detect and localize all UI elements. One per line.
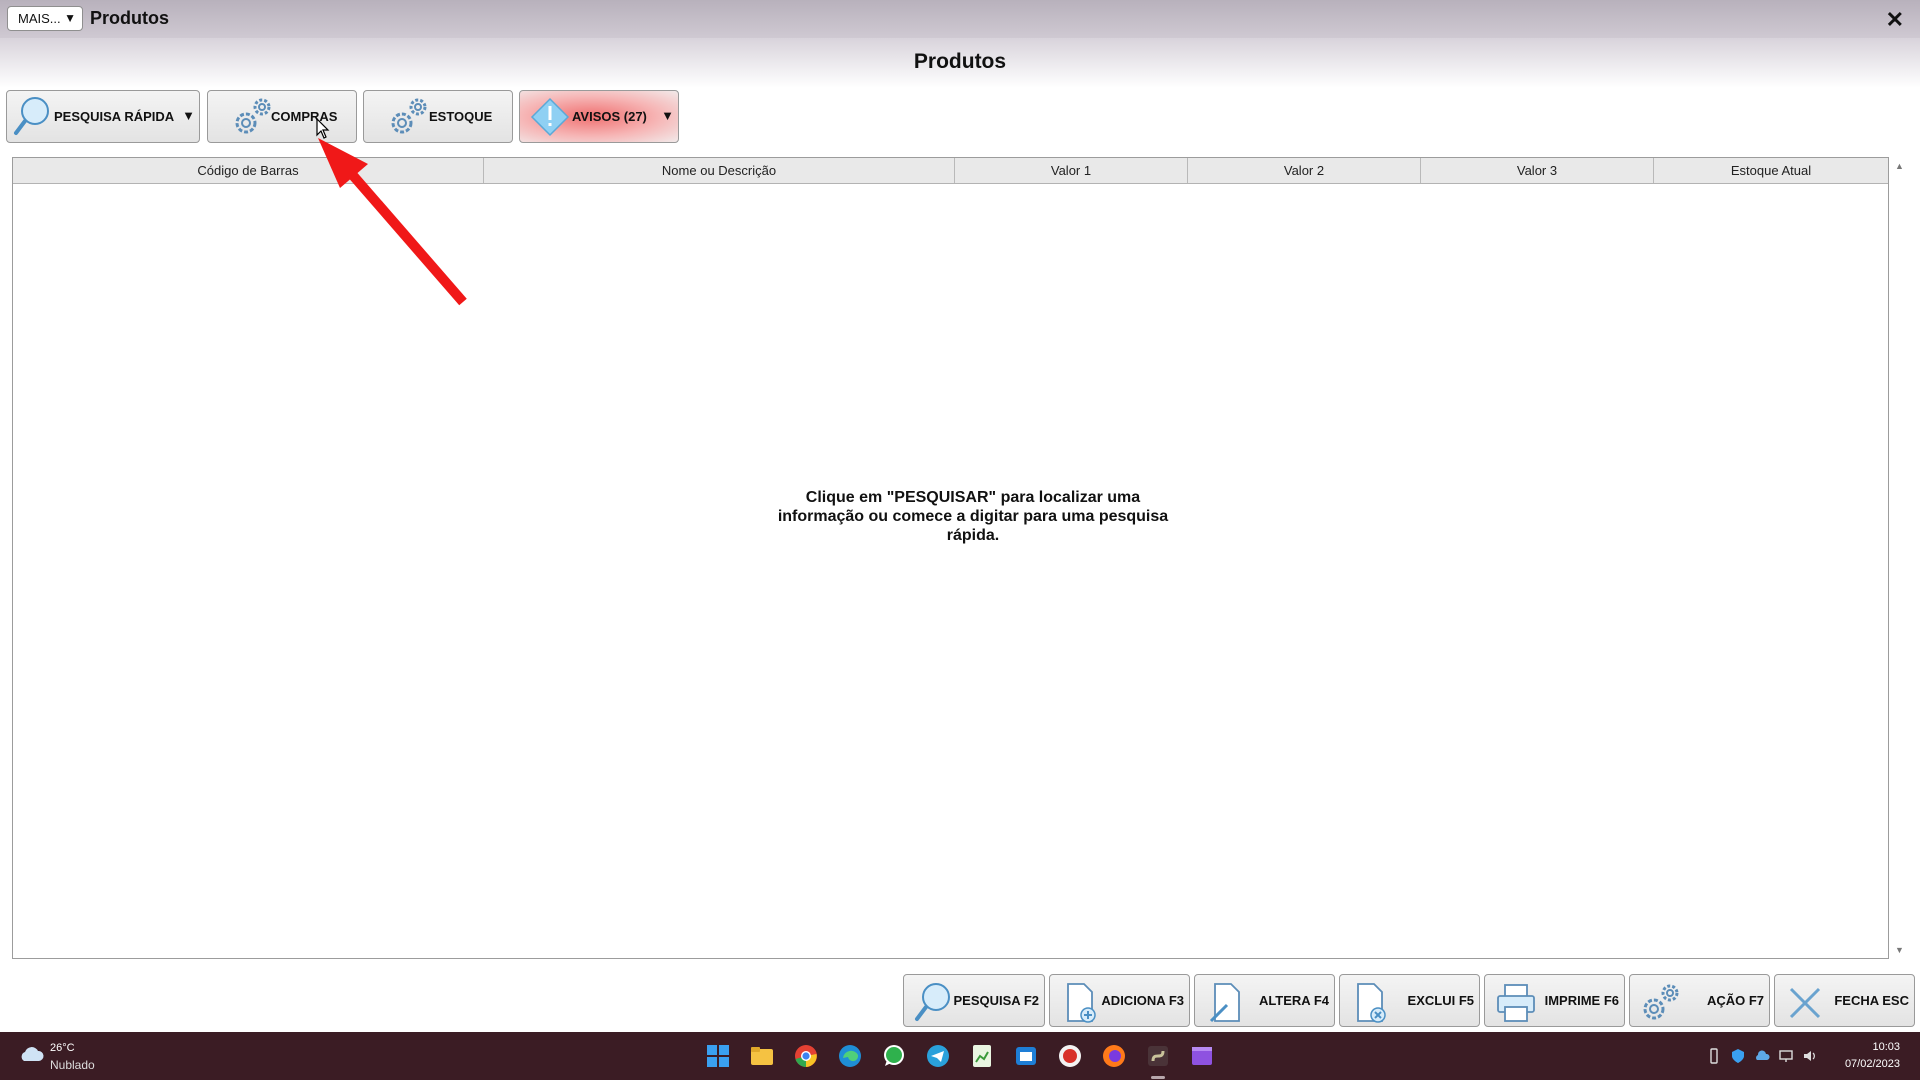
usb-icon[interactable] [1706, 1048, 1722, 1064]
print-f6-button[interactable]: IMPRIME F6 [1484, 974, 1625, 1027]
weather-temperature[interactable]: 26°C [50, 1042, 75, 1054]
clock-time[interactable]: 10:03 [1872, 1041, 1900, 1053]
magnifier-icon [915, 983, 950, 1021]
printer-icon [1497, 984, 1535, 1022]
alert-diamond-icon [530, 97, 570, 137]
action-f7-button[interactable]: AÇÃO F7 [1629, 974, 1770, 1027]
network-icon[interactable] [1778, 1048, 1794, 1064]
onedrive-icon[interactable] [1754, 1048, 1770, 1064]
quick-search-dropdown-icon[interactable]: ▼ [182, 108, 195, 123]
clock-date[interactable]: 07/02/2023 [1845, 1058, 1900, 1070]
erp-app-icon[interactable] [1144, 1042, 1172, 1070]
taskbar: 26°C Nublado 10:03 07/02/2023 [0, 1032, 1920, 1080]
magnifier-icon [14, 97, 49, 135]
add-f3-label: ADICIONA F3 [1101, 993, 1184, 1008]
gear-icon [1643, 984, 1679, 1020]
alerts-button[interactable]: AVISOS (27) ▼ [519, 90, 679, 143]
telegram-icon[interactable] [924, 1042, 952, 1070]
more-menu-label: MAIS... [18, 11, 61, 26]
column-header-barcode[interactable]: Código de Barras [13, 158, 484, 183]
close-window-button[interactable]: ✕ [1886, 7, 1904, 33]
gear-icon [235, 98, 271, 134]
column-header-value3[interactable]: Valor 3 [1421, 158, 1654, 183]
chevron-down-icon: ▼ [64, 11, 76, 25]
alerts-dropdown-icon[interactable]: ▼ [661, 108, 674, 123]
video-app-icon[interactable] [1188, 1042, 1216, 1070]
delete-f5-label: EXCLUI F5 [1407, 993, 1474, 1008]
products-grid[interactable]: Código de Barras Nome ou Descrição Valor… [12, 157, 1889, 959]
search-f2-button[interactable]: PESQUISA F2 [903, 974, 1045, 1027]
purchases-button[interactable]: COMPRAS [207, 90, 357, 143]
stock-button[interactable]: ESTOQUE [363, 90, 513, 143]
add-f3-button[interactable]: ADICIONA F3 [1049, 974, 1190, 1027]
alerts-label: AVISOS (27) [572, 109, 647, 124]
print-f6-label: IMPRIME F6 [1544, 993, 1619, 1008]
app-red-icon[interactable] [1056, 1042, 1084, 1070]
active-app-indicator [1151, 1076, 1165, 1079]
scroll-down-icon[interactable]: ▼ [1895, 945, 1904, 955]
vertical-scrollbar[interactable]: ▲ ▼ [1890, 157, 1908, 959]
quick-search-label: PESQUISA RÁPIDA [54, 109, 175, 124]
scroll-up-icon[interactable]: ▲ [1895, 161, 1904, 171]
action-f7-label: AÇÃO F7 [1706, 993, 1764, 1008]
edit-f4-button[interactable]: ALTERA F4 [1194, 974, 1335, 1027]
cloud-icon[interactable] [18, 1044, 44, 1064]
edit-f4-label: ALTERA F4 [1258, 993, 1329, 1008]
more-menu-button[interactable]: MAIS... ▼ [7, 6, 83, 31]
delete-f5-button[interactable]: EXCLUI F5 [1339, 974, 1480, 1027]
title-bar: MAIS... ▼ Produtos ✕ [0, 0, 1920, 38]
column-header-value1[interactable]: Valor 1 [955, 158, 1188, 183]
close-icon [1789, 987, 1821, 1019]
page-title: Produtos [913, 50, 1007, 73]
chrome-icon[interactable] [792, 1042, 820, 1070]
edit-document-icon [1209, 983, 1240, 1023]
quick-search-button[interactable]: PESQUISA RÁPIDA ▼ [6, 90, 200, 143]
notepad-icon[interactable] [968, 1042, 996, 1070]
add-document-icon [1067, 983, 1096, 1023]
weather-description[interactable]: Nublado [50, 1058, 95, 1072]
firefox-icon[interactable] [1100, 1042, 1128, 1070]
gear-icon [391, 98, 427, 134]
windows-start-icon[interactable] [704, 1042, 732, 1070]
column-header-stock[interactable]: Estoque Atual [1654, 158, 1888, 183]
security-shield-icon[interactable] [1730, 1048, 1746, 1064]
stock-label: ESTOQUE [429, 109, 493, 124]
column-header-name[interactable]: Nome ou Descrição [484, 158, 955, 183]
whatsapp-icon[interactable] [880, 1042, 908, 1070]
grid-header: Código de Barras Nome ou Descrição Valor… [13, 158, 1888, 184]
volume-icon[interactable] [1802, 1048, 1818, 1064]
window-title: Produtos [90, 8, 169, 28]
close-esc-button[interactable]: FECHA ESC [1774, 974, 1915, 1027]
outlook-icon[interactable] [1012, 1042, 1040, 1070]
edge-icon[interactable] [836, 1042, 864, 1070]
empty-state-message: Clique em "PESQUISAR" para localizar uma… [777, 489, 1169, 544]
close-esc-label: FECHA ESC [1834, 993, 1909, 1008]
delete-document-icon [1357, 983, 1386, 1023]
search-f2-label: PESQUISA F2 [953, 993, 1039, 1008]
file-explorer-icon[interactable] [748, 1042, 776, 1070]
mouse-cursor-icon [316, 118, 330, 139]
column-header-value2[interactable]: Valor 2 [1188, 158, 1421, 183]
